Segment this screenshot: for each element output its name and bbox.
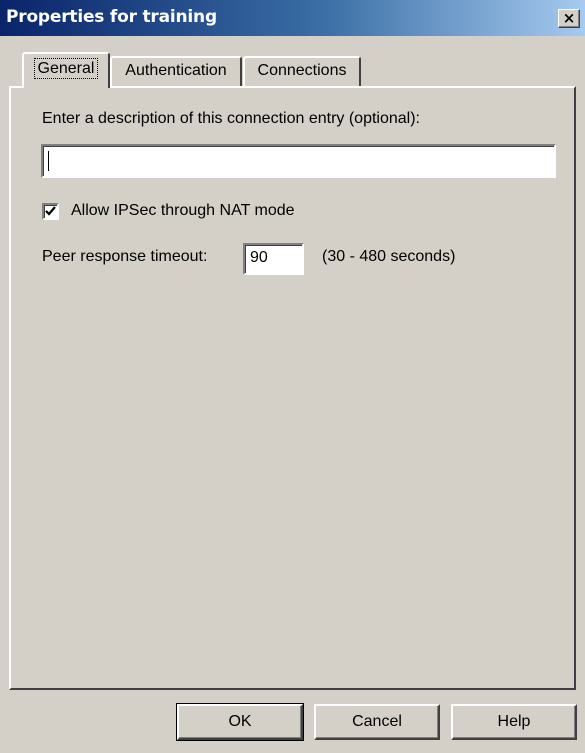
text-caret: [48, 151, 49, 171]
checkmark-icon: [45, 206, 56, 216]
tab-general[interactable]: General: [22, 52, 110, 88]
help-button[interactable]: Help: [451, 704, 577, 740]
timeout-input[interactable]: 90: [243, 243, 304, 275]
general-tab-panel: Enter a description of this connection e…: [9, 86, 576, 690]
cancel-button[interactable]: Cancel: [314, 704, 440, 740]
timeout-label: Peer response timeout:: [42, 248, 208, 265]
nat-mode-checkbox[interactable]: [42, 203, 59, 220]
description-label: Enter a description of this connection e…: [42, 110, 420, 127]
tab-connections[interactable]: Connections: [243, 56, 361, 87]
tab-authentication[interactable]: Authentication: [110, 56, 242, 87]
properties-dialog: Properties for training × General Authen…: [0, 0, 585, 753]
tab-authentication-label: Authentication: [125, 62, 227, 79]
tab-general-label: General: [33, 58, 99, 79]
close-button[interactable]: ×: [558, 9, 580, 28]
title-bar[interactable]: Properties for training ×: [0, 0, 585, 36]
tab-connections-label: Connections: [257, 62, 347, 79]
description-input[interactable]: [41, 144, 556, 178]
window-title: Properties for training: [6, 7, 217, 27]
timeout-range-hint: (30 - 480 seconds): [322, 248, 456, 265]
ok-button[interactable]: OK: [176, 703, 304, 741]
close-icon: ×: [562, 9, 576, 27]
nat-mode-label[interactable]: Allow IPSec through NAT mode: [71, 202, 295, 220]
